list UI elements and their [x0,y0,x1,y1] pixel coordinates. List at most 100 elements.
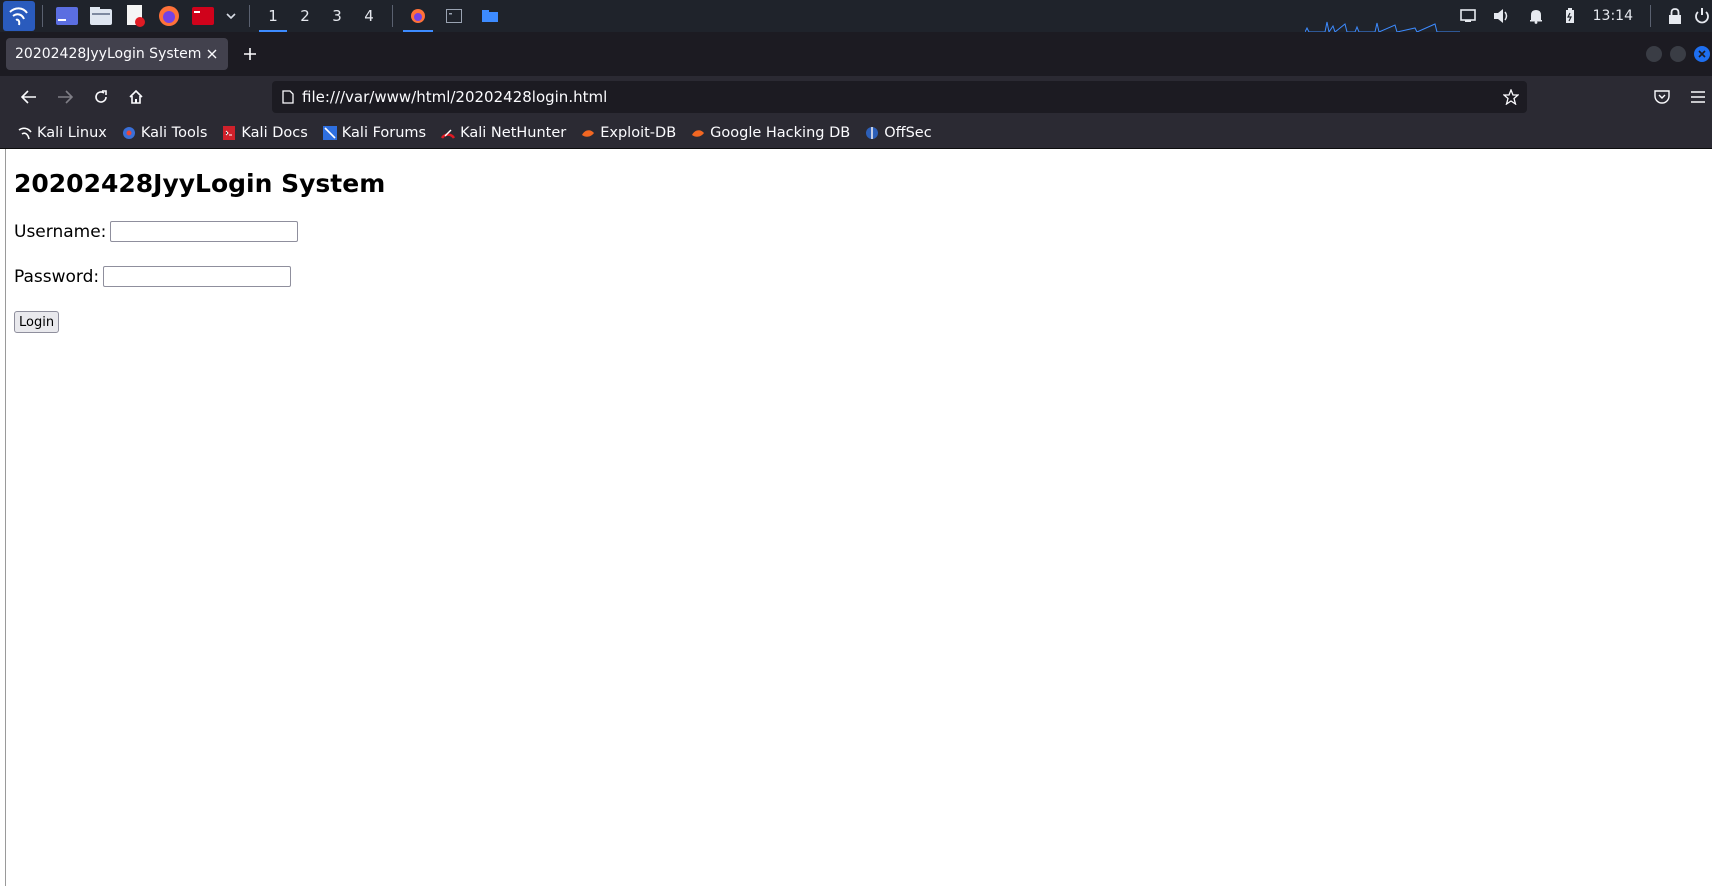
close-icon [207,49,217,59]
terminal-launcher[interactable] [54,3,80,29]
network-tray[interactable] [1451,0,1485,32]
battery-tray[interactable] [1553,0,1587,32]
bookmark-star-button[interactable] [1503,89,1519,105]
bookmark-kali-linux[interactable]: Kali Linux [14,121,110,145]
home-button[interactable] [121,82,151,112]
kali-dragon-icon [17,125,33,141]
pocket-button[interactable] [1647,82,1677,112]
lock-icon [1669,8,1681,24]
home-icon [129,89,143,104]
notifications-tray[interactable] [1519,0,1553,32]
task-firefox[interactable] [400,0,436,32]
bookmark-label: Kali NetHunter [460,125,567,141]
volume-icon [1493,9,1507,23]
reload-button[interactable] [86,82,116,112]
task-file-manager[interactable] [472,0,508,32]
lock-screen-button[interactable] [1658,0,1692,32]
login-button[interactable]: Login [14,311,60,333]
workspace-2[interactable]: 2 [289,0,321,32]
kali-tools-icon [121,125,137,141]
root-terminal-launcher[interactable] [190,3,216,29]
bookmark-label: Kali Docs [241,125,308,141]
url-text[interactable]: file:///var/www/html/20202428login.html [302,88,1503,106]
panel-separator [249,5,250,27]
workspace-3[interactable]: 3 [321,0,353,32]
terminal-root-icon [192,7,214,25]
password-row: Password: [14,266,292,287]
exploit-db-icon [580,125,596,141]
tab-login-system[interactable]: 20202428JyyLogin System [6,38,228,70]
new-tab-button[interactable] [236,38,264,70]
workspace-4[interactable]: 4 [353,0,385,32]
kali-docs-icon [221,125,237,141]
app-menu-button[interactable] [1683,82,1712,112]
task-terminal[interactable] [436,0,472,32]
back-button[interactable] [14,82,44,112]
bookmark-exploit-db[interactable]: Exploit-DB [577,121,679,145]
file-manager-launcher[interactable] [88,3,114,29]
page-title: 20202428JyyLogin System [14,169,386,198]
bookmark-label: Kali Forums [341,125,427,141]
bookmark-kali-tools[interactable]: Kali Tools [118,121,211,145]
terminal-icon [56,7,78,25]
close-window-button[interactable] [1694,46,1710,62]
file-manager-icon [90,7,112,25]
address-bar[interactable]: file:///var/www/html/20202428login.html [272,81,1527,113]
bookmarks-toolbar: Kali Linux Kali Tools Kali Docs Kali For… [0,118,1712,149]
system-tray: 13:14 [1451,0,1712,32]
document-icon [282,90,294,104]
reload-icon [95,90,107,103]
bookmark-kali-forums[interactable]: Kali Forums [319,121,429,145]
password-input[interactable] [103,266,292,287]
back-arrow-icon [21,90,36,104]
bookmark-kali-docs[interactable]: Kali Docs [218,121,310,145]
power-menu-button[interactable] [1692,0,1712,32]
bookmark-label: Exploit-DB [600,125,677,141]
panel-separator [42,5,43,27]
password-label: Password: [14,266,100,287]
forward-button[interactable] [50,82,80,112]
username-label: Username: [14,221,107,242]
clock[interactable]: 13:14 [1587,8,1643,24]
tab-close-button[interactable] [201,42,222,66]
hamburger-menu-icon [1691,91,1705,103]
bookmark-google-hacking-db[interactable]: Google Hacking DB [687,121,853,145]
kali-menu-button[interactable] [3,1,35,31]
network-icon [1459,9,1476,22]
username-input[interactable] [110,221,299,242]
folder-icon [482,10,498,22]
star-icon [1503,89,1519,105]
page-info-icon[interactable] [282,90,294,104]
plus-icon [244,48,256,60]
minimize-window-button[interactable] [1646,46,1662,62]
panel-separator [392,5,393,27]
maximize-window-button[interactable] [1670,46,1686,62]
volume-tray[interactable] [1485,0,1519,32]
firefox-icon [159,6,179,26]
kali-logo-icon [9,7,28,26]
bookmark-label: Kali Tools [140,125,208,141]
username-row: Username: [14,221,299,242]
bell-icon [1529,10,1542,24]
workspace-1[interactable]: 1 [257,0,289,32]
bookmark-offsec[interactable]: OffSec [861,121,935,145]
navigation-toolbar: file:///var/www/html/20202428login.html [0,76,1712,118]
ghdb-icon [690,125,706,141]
power-icon [1695,8,1709,24]
offsec-icon [864,125,880,141]
cpu-graph [1305,21,1460,32]
text-editor-icon [127,5,145,27]
bookmark-kali-nethunter[interactable]: Kali NetHunter [437,121,569,145]
top-panel: 1 2 3 4 13:14 [0,0,1712,32]
panel-separator [1650,5,1651,27]
pocket-icon [1654,90,1670,104]
close-icon [1698,50,1706,58]
chevron-down-icon [226,13,236,20]
launcher-dropdown[interactable] [224,3,238,29]
firefox-icon [411,9,425,23]
text-editor-launcher[interactable] [122,3,148,29]
firefox-launcher[interactable] [156,3,182,29]
nethunter-icon [440,125,456,141]
battery-icon [1565,8,1574,23]
forward-arrow-icon [58,90,73,104]
